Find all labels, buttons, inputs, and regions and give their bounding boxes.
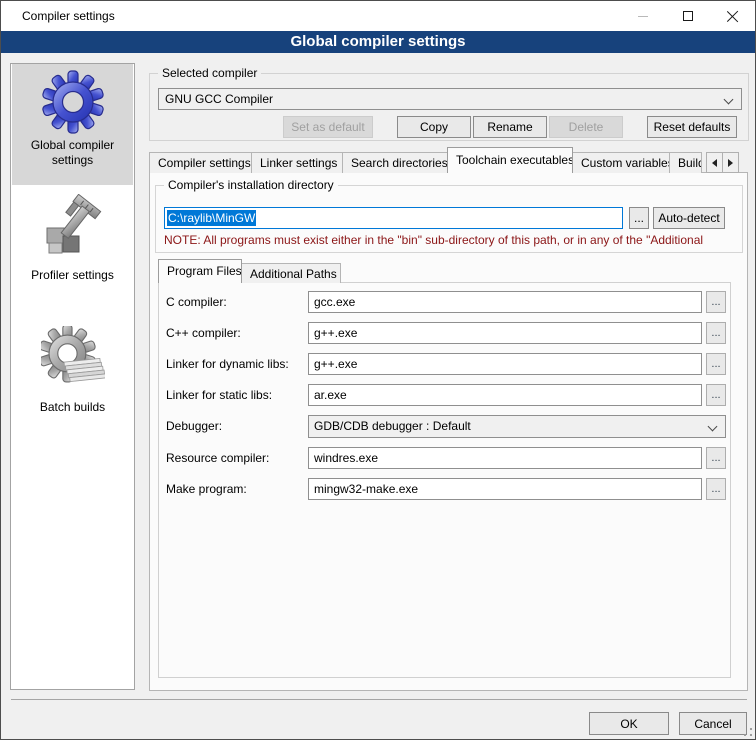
dialog-header: Global compiler settings [1,31,755,53]
form-row: Linker for static libs: ar.exe ... [159,384,730,407]
tab-compiler-settings[interactable]: Compiler settings [149,152,252,173]
delete-button[interactable]: Delete [549,116,623,138]
program-files-panel: C compiler: gcc.exe ... C++ compiler: g+… [158,282,731,678]
static-linker-input[interactable]: ar.exe [308,384,702,406]
minimize-button[interactable] [620,1,665,31]
minimize-icon [638,16,648,17]
sidebar-item-label: Global compiler settings [12,136,133,168]
reset-defaults-button[interactable]: Reset defaults [647,116,737,138]
form-row: C compiler: gcc.exe ... [159,291,730,314]
form-row: Make program: mingw32-make.exe ... [159,478,730,501]
make-program-browse-button[interactable]: ... [706,478,726,500]
maximize-button[interactable] [665,1,710,31]
window-controls [620,1,755,31]
close-icon [727,10,739,22]
arrow-left-icon [712,159,717,167]
field-label: Linker for static libs: [166,384,272,406]
field-label: C compiler: [166,291,227,313]
form-row: Resource compiler: windres.exe ... [159,447,730,470]
resource-compiler-input[interactable]: windres.exe [308,447,702,469]
sidebar-item-profiler-settings[interactable]: Profiler settings [12,188,133,298]
field-label: C++ compiler: [166,322,241,344]
close-button[interactable] [710,1,755,31]
input-value: g++.exe [314,326,357,340]
window-title: Compiler settings [22,1,115,31]
set-as-default-button[interactable]: Set as default [283,116,373,138]
group-legend: Compiler's installation directory [164,178,338,192]
titlebar: Compiler settings [1,1,755,31]
c-compiler-browse-button[interactable]: ... [706,291,726,313]
tab-scroll-left-button[interactable] [706,152,723,173]
debugger-select[interactable]: GDB/CDB debugger : Default [308,415,726,438]
installation-directory-group: Compiler's installation directory C:\ray… [155,185,743,253]
rename-button[interactable]: Rename [473,116,547,138]
field-label: Linker for dynamic libs: [166,353,289,375]
form-row: Linker for dynamic libs: g++.exe ... [159,353,730,376]
tab-build-options[interactable]: Build options [669,152,702,173]
installation-directory-input[interactable]: C:\raylib\MinGW [164,207,623,229]
browse-directory-button[interactable]: ... [629,207,649,229]
cpp-compiler-input[interactable]: g++.exe [308,322,702,344]
auto-detect-button[interactable]: Auto-detect [653,207,725,229]
settings-category-list: Global compiler settings [10,63,135,690]
select-value: GDB/CDB debugger : Default [314,419,471,433]
input-value: ar.exe [314,388,347,402]
field-label: Resource compiler: [166,447,269,469]
footer-separator [11,699,747,700]
selected-text: C:\raylib\MinGW [167,210,256,226]
compiler-settings-window: Compiler settings Global compiler settin… [0,0,756,740]
arrow-right-icon [728,159,733,167]
blue-gear-icon [41,70,105,134]
input-value: gcc.exe [314,295,355,309]
resize-grip[interactable] [744,728,752,736]
selected-compiler-group: Selected compiler GNU GCC Compiler Set a… [149,73,749,141]
tab-custom-variables[interactable]: Custom variables [572,152,670,173]
resource-compiler-browse-button[interactable]: ... [706,447,726,469]
maximize-icon [683,11,693,21]
toolchain-executables-page: Compiler's installation directory C:\ray… [149,172,748,691]
tab-search-directories[interactable]: Search directories [342,152,448,173]
form-row: Debugger: GDB/CDB debugger : Default [159,415,730,438]
field-label: Make program: [166,478,247,500]
group-legend: Selected compiler [158,66,261,80]
tab-scroll-buttons [707,152,739,173]
cpp-compiler-browse-button[interactable]: ... [706,322,726,344]
tab-scroll-right-button[interactable] [722,152,739,173]
chevron-down-icon [724,95,734,105]
caliper-icon [41,194,105,258]
input-value: mingw32-make.exe [314,482,418,496]
compiler-select-value: GNU GCC Compiler [165,92,273,106]
copy-button[interactable]: Copy [397,116,471,138]
sidebar-item-label: Batch builds [12,398,133,415]
input-value: windres.exe [314,451,378,465]
dynamic-linker-browse-button[interactable]: ... [706,353,726,375]
c-compiler-input[interactable]: gcc.exe [308,291,702,313]
tab-linker-settings[interactable]: Linker settings [251,152,343,173]
compiler-select[interactable]: GNU GCC Compiler [158,88,742,110]
tab-toolchain-executables[interactable]: Toolchain executables [447,147,573,173]
sidebar-item-batch-builds[interactable]: Batch builds [12,320,133,430]
note-text: NOTE: All programs must exist either in … [164,233,703,247]
program-files-tab-strip: Program Files Additional Paths [158,259,341,283]
sidebar-item-label: Profiler settings [12,266,133,283]
form-row: C++ compiler: g++.exe ... [159,322,730,345]
chevron-down-icon [708,422,718,432]
tab-additional-paths[interactable]: Additional Paths [241,263,341,283]
static-linker-browse-button[interactable]: ... [706,384,726,406]
input-value: g++.exe [314,357,357,371]
dynamic-linker-input[interactable]: g++.exe [308,353,702,375]
cancel-button[interactable]: Cancel [679,712,747,735]
ok-button[interactable]: OK [589,712,669,735]
field-label: Debugger: [166,415,222,437]
tab-program-files[interactable]: Program Files [158,259,242,283]
sidebar-item-global-compiler-settings[interactable]: Global compiler settings [12,64,133,185]
make-program-input[interactable]: mingw32-make.exe [308,478,702,500]
settings-tab-strip: Compiler settings Linker settings Search… [149,147,749,173]
gray-gear-stack-icon [41,326,105,390]
